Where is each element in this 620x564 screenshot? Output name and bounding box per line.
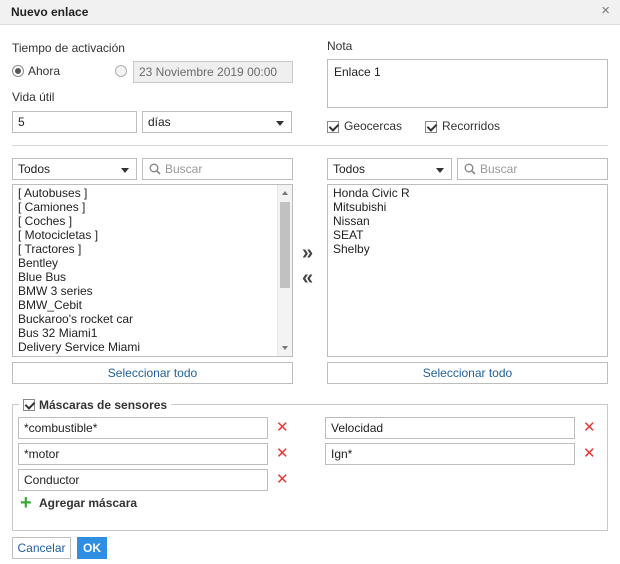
chevron-down-icon bbox=[121, 168, 129, 173]
lifetime-unit-select[interactable]: días bbox=[142, 111, 292, 133]
list-item[interactable]: [ Tractores ] bbox=[18, 242, 292, 256]
chevron-down-icon bbox=[436, 168, 444, 173]
list-item[interactable]: Bus 32 Miami1 bbox=[18, 326, 292, 340]
list-item[interactable]: Fiat bbox=[18, 354, 292, 356]
geofences-label[interactable]: Geocercas bbox=[344, 119, 402, 133]
activation-date-field: 23 Noviembre 2019 00:00 bbox=[133, 61, 293, 83]
search-icon bbox=[149, 163, 161, 175]
scroll-down-icon[interactable] bbox=[282, 346, 288, 350]
scroll-up-icon[interactable] bbox=[282, 191, 288, 195]
right-select-all-button[interactable]: Seleccionar todo bbox=[327, 362, 608, 384]
activation-date-radio[interactable] bbox=[115, 65, 127, 77]
list-item[interactable]: Bentley bbox=[18, 256, 292, 270]
dialog-title: Nuevo enlace bbox=[11, 5, 89, 19]
lifetime-unit-value: días bbox=[148, 115, 171, 129]
mask-input[interactable]: Velocidad bbox=[325, 417, 575, 439]
left-filter-select[interactable]: Todos bbox=[12, 158, 137, 180]
remove-mask-icon[interactable]: ✕ bbox=[276, 472, 289, 487]
lifetime-value-input[interactable]: 5 bbox=[12, 111, 137, 133]
activation-now-radio[interactable] bbox=[12, 65, 24, 77]
right-search-input[interactable]: Buscar bbox=[457, 158, 608, 180]
close-icon[interactable]: × bbox=[601, 3, 610, 19]
move-left-button[interactable]: « bbox=[302, 268, 313, 288]
routes-label[interactable]: Recorridos bbox=[442, 119, 500, 133]
add-icon[interactable]: + bbox=[20, 493, 32, 513]
mask-input[interactable]: *combustible* bbox=[18, 417, 268, 439]
list-item[interactable]: [ Camiones ] bbox=[18, 200, 292, 214]
add-mask-button[interactable]: Agregar máscara bbox=[39, 496, 137, 510]
left-select-all-button[interactable]: Seleccionar todo bbox=[12, 362, 293, 384]
right-filter-select[interactable]: Todos bbox=[327, 158, 452, 180]
list-item[interactable]: Nissan bbox=[333, 214, 607, 228]
left-units-items: [ Autobuses ][ Camiones ][ Coches ][ Mot… bbox=[13, 185, 292, 356]
sensor-masks-legend: Máscaras de sensores bbox=[19, 397, 172, 412]
search-icon bbox=[464, 163, 476, 175]
mask-input[interactable]: *motor bbox=[18, 443, 268, 465]
left-filter-value: Todos bbox=[18, 162, 51, 176]
list-item[interactable]: Honda Civic R bbox=[333, 186, 607, 200]
routes-checkbox[interactable] bbox=[425, 121, 437, 133]
list-item[interactable]: Delivery Service Miami bbox=[18, 340, 292, 354]
ok-button[interactable]: OK bbox=[77, 537, 107, 559]
cancel-button[interactable]: Cancelar bbox=[12, 537, 71, 559]
mask-input[interactable]: Ign* bbox=[325, 443, 575, 465]
note-label: Nota bbox=[327, 39, 353, 53]
section-divider bbox=[12, 145, 608, 146]
list-item[interactable]: [ Coches ] bbox=[18, 214, 292, 228]
geofences-checkbox[interactable] bbox=[327, 121, 339, 133]
right-units-items: Honda Civic R Mitsubishi Nissan SEAT Shelby bbox=[328, 185, 607, 256]
move-right-button[interactable]: » bbox=[302, 243, 313, 263]
list-item[interactable]: Blue Bus bbox=[18, 270, 292, 284]
activation-label: Tiempo de activación bbox=[12, 41, 125, 55]
list-item[interactable]: BMW_Cebit bbox=[18, 298, 292, 312]
list-item[interactable]: SEAT bbox=[333, 228, 607, 242]
list-item[interactable]: BMW 3 series bbox=[18, 284, 292, 298]
new-link-dialog: Nuevo enlace × Tiempo de activación Ahor… bbox=[0, 0, 620, 564]
remove-mask-icon[interactable]: ✕ bbox=[276, 420, 289, 435]
remove-mask-icon[interactable]: ✕ bbox=[276, 446, 289, 461]
dialog-titlebar: Nuevo enlace × bbox=[0, 0, 620, 25]
note-textarea[interactable]: Enlace 1 bbox=[327, 59, 608, 108]
right-filter-value: Todos bbox=[333, 162, 366, 176]
right-units-list[interactable]: Honda Civic R Mitsubishi Nissan SEAT Shelby bbox=[327, 184, 608, 357]
remove-mask-icon[interactable]: ✕ bbox=[583, 446, 596, 461]
scroll-thumb[interactable] bbox=[280, 202, 290, 288]
left-units-list[interactable]: [ Autobuses ][ Camiones ][ Coches ][ Mot… bbox=[12, 184, 293, 357]
left-search-input[interactable]: Buscar bbox=[142, 158, 293, 180]
left-list-scrollbar[interactable] bbox=[277, 185, 292, 356]
list-item[interactable]: Mitsubishi bbox=[333, 200, 607, 214]
list-item[interactable]: [ Autobuses ] bbox=[18, 186, 292, 200]
list-item[interactable]: [ Motocicletas ] bbox=[18, 228, 292, 242]
activation-now-label[interactable]: Ahora bbox=[28, 64, 60, 78]
left-search-placeholder: Buscar bbox=[165, 162, 203, 176]
list-item[interactable]: Shelby bbox=[333, 242, 607, 256]
remove-mask-icon[interactable]: ✕ bbox=[583, 420, 596, 435]
sensor-masks-title: Máscaras de sensores bbox=[39, 398, 168, 412]
chevron-down-icon bbox=[276, 121, 284, 126]
sensor-masks-checkbox[interactable] bbox=[23, 399, 35, 411]
mask-input[interactable]: Conductor bbox=[18, 469, 268, 491]
right-search-placeholder: Buscar bbox=[480, 162, 518, 176]
lifetime-label: Vida útil bbox=[12, 90, 55, 104]
list-item[interactable]: Buckaroo's rocket car bbox=[18, 312, 292, 326]
